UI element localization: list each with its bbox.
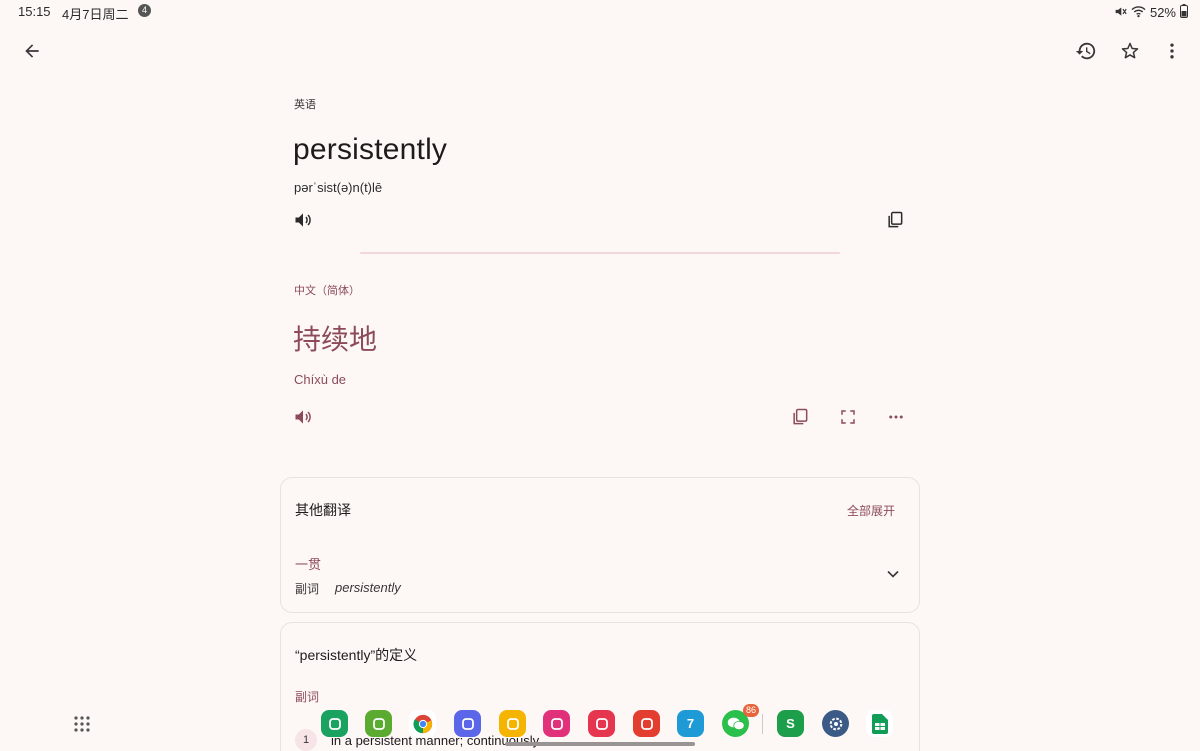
alt-translation-word: 一贯	[295, 557, 322, 572]
dock-separator	[762, 714, 763, 734]
speaker-icon	[295, 213, 311, 227]
camera-app[interactable]	[588, 710, 615, 737]
calendar-app[interactable]: 7	[677, 710, 704, 737]
fullscreen-button[interactable]	[830, 399, 866, 435]
sheets-app[interactable]	[866, 710, 893, 737]
history-button[interactable]	[1068, 33, 1104, 69]
chevron-down-icon[interactable]	[883, 564, 903, 589]
more-vert-icon	[1170, 43, 1174, 59]
reminder-app[interactable]	[454, 710, 481, 737]
definitions-pos: 副词	[295, 690, 320, 704]
wechat-app[interactable]: 86	[722, 704, 759, 737]
target-listen-button[interactable]	[285, 399, 321, 435]
target-copy-button[interactable]	[782, 399, 818, 435]
source-pronunciation: pərˈsist(ə)n(t)lē	[294, 180, 383, 195]
copy-icon	[793, 408, 808, 425]
calculator-app[interactable]	[365, 710, 392, 737]
status-time: 15:15	[18, 4, 51, 19]
source-copy-button[interactable]	[877, 202, 913, 238]
phone-app[interactable]	[321, 710, 348, 737]
home-indicator[interactable]	[505, 742, 695, 746]
notification-badge: 4	[138, 4, 151, 17]
target-transliteration: Chíxù de	[294, 372, 347, 387]
history-icon	[1075, 42, 1096, 60]
more-options-button[interactable]	[1154, 33, 1190, 69]
arrow-left-icon	[25, 44, 39, 58]
definition-number: 1	[295, 729, 317, 751]
target-word: 持续地	[293, 324, 378, 355]
definitions-title: “persistently”的定义	[295, 647, 418, 663]
notification-badge: 86	[742, 704, 759, 717]
section-divider	[360, 252, 840, 254]
source-listen-button[interactable]	[285, 202, 321, 238]
status-indicators: 52%	[1114, 4, 1188, 21]
settings-app[interactable]	[822, 710, 849, 737]
status-bar: 15:15 4月7日周二 4 52%	[0, 0, 1200, 24]
other-translations-card: 其他翻译 全部展开 一贯 副词 persistently	[280, 477, 920, 613]
grid-icon	[74, 716, 90, 732]
fullscreen-icon	[841, 410, 855, 424]
chrome-app[interactable]	[409, 710, 436, 737]
more-horiz-icon	[889, 415, 903, 419]
files-app[interactable]	[499, 710, 526, 737]
target-more-button[interactable]	[878, 399, 914, 435]
source-language-label: 英语	[294, 99, 316, 111]
copy-icon	[888, 211, 903, 228]
s-app[interactable]: S	[777, 710, 804, 737]
app-drawer-button[interactable]	[72, 714, 92, 739]
alt-translation-synonym: persistently	[335, 580, 401, 595]
alt-translation-pos: 副词	[295, 582, 320, 596]
wifi-icon	[1131, 5, 1146, 21]
notes-app[interactable]	[633, 710, 660, 737]
speaker-icon	[295, 410, 311, 424]
favorite-button[interactable]	[1112, 33, 1148, 69]
star-icon	[1121, 42, 1139, 59]
battery-level: 52%	[1149, 5, 1176, 20]
target-language-label: 中文（简体）	[294, 285, 360, 297]
mute-icon	[1114, 5, 1127, 21]
bixby-app[interactable]	[543, 710, 570, 737]
source-word: persistently	[293, 133, 448, 166]
back-button[interactable]	[14, 33, 50, 69]
expand-all-button[interactable]: 全部展开	[847, 502, 895, 519]
battery-icon	[1180, 4, 1188, 21]
other-translations-title: 其他翻译	[295, 502, 351, 518]
status-date: 4月7日周二	[62, 7, 129, 22]
list-item[interactable]: 一贯 副词 persistently	[295, 554, 899, 600]
